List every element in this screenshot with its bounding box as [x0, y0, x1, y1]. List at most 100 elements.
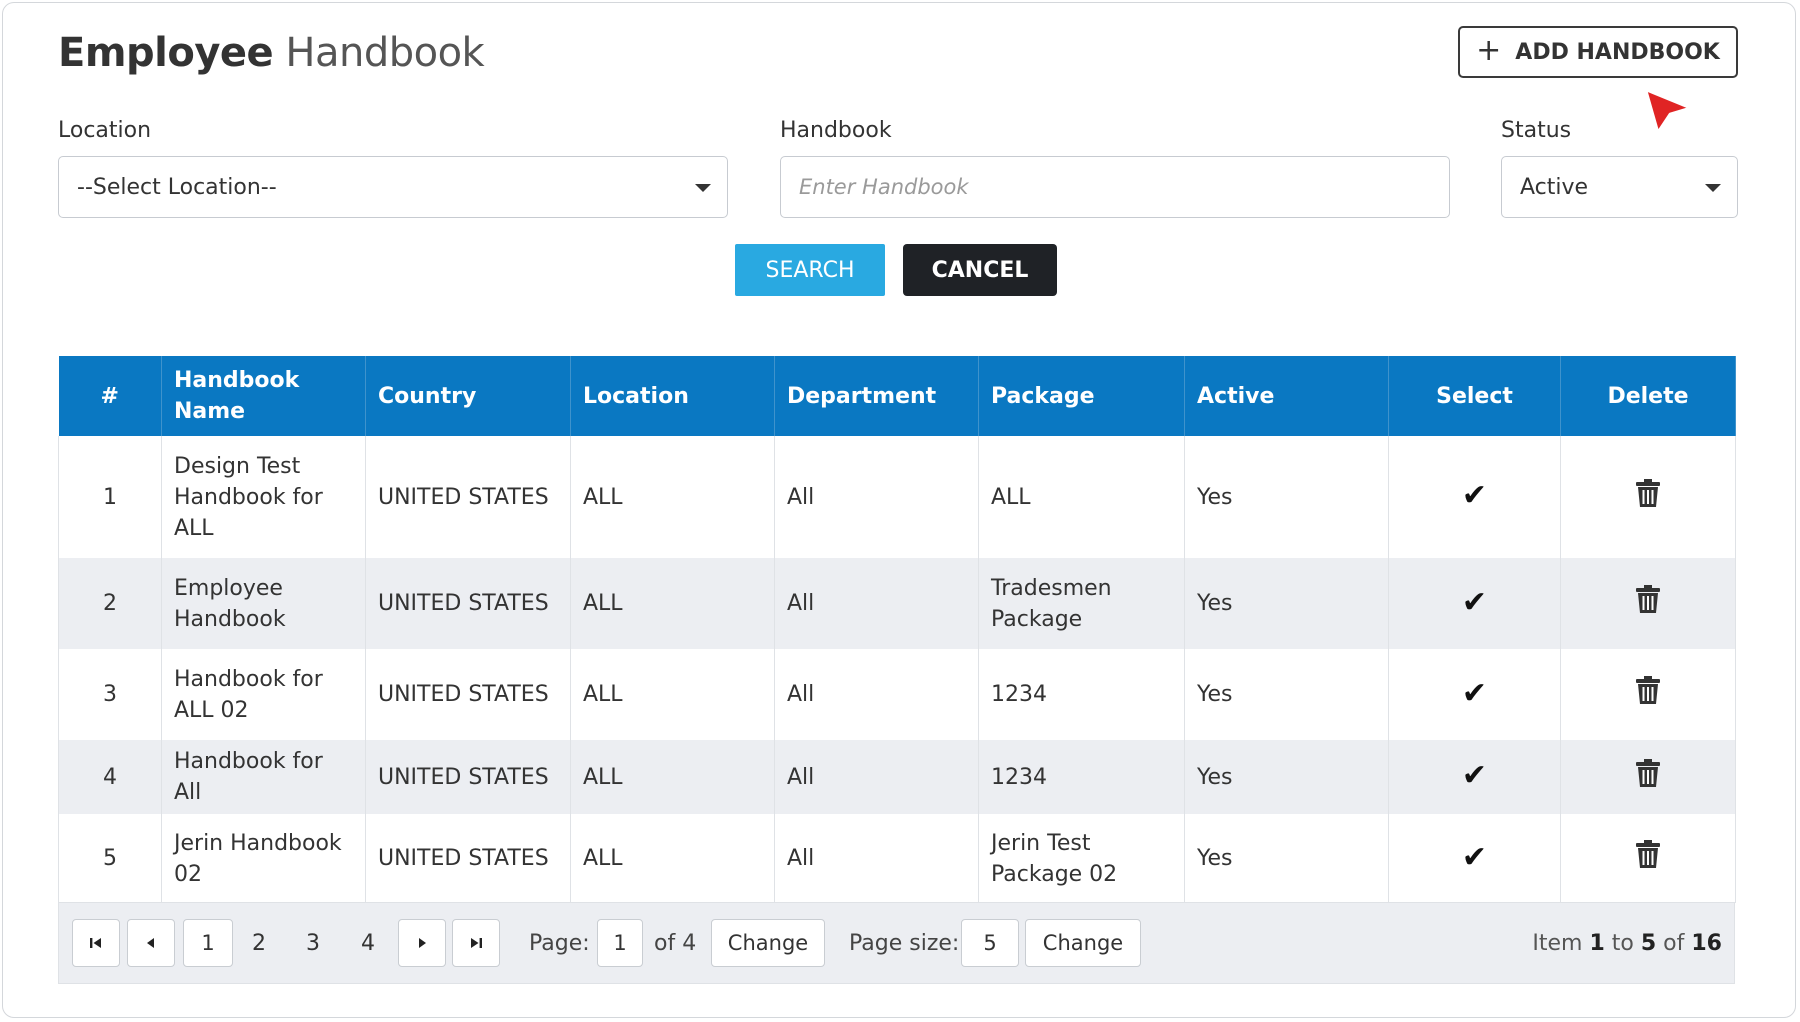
country-cell: UNITED STATES [366, 649, 571, 740]
column-header-handbook-name[interactable]: Handbook Name [162, 356, 366, 436]
previous-page-button[interactable] [127, 919, 175, 967]
select-cell: ✔ [1389, 558, 1561, 649]
column-header-package[interactable]: Package [979, 356, 1185, 436]
active-cell: Yes [1185, 436, 1389, 558]
page-4-button[interactable]: 4 [361, 931, 375, 956]
select-cell: ✔ [1389, 436, 1561, 558]
location-cell: ALL [571, 436, 775, 558]
plus-icon: + [1476, 36, 1501, 66]
column-header-active[interactable]: Active [1185, 356, 1389, 436]
last-page-button[interactable] [452, 919, 500, 967]
items-total: 16 [1691, 931, 1722, 956]
package-cell: 1234 [979, 649, 1185, 740]
items-to-word: to [1612, 931, 1634, 956]
trash-icon[interactable] [1635, 839, 1661, 869]
previous-page-icon [144, 936, 158, 950]
first-page-icon [89, 936, 103, 950]
page-2-button[interactable]: 2 [252, 931, 266, 956]
package-cell: 1234 [979, 740, 1185, 814]
change-page-size-button[interactable]: Change [1025, 919, 1141, 967]
chevron-down-icon [1705, 184, 1721, 192]
status-label: Status [1501, 118, 1571, 143]
active-cell: Yes [1185, 649, 1389, 740]
checkmark-icon[interactable]: ✔ [1462, 840, 1487, 875]
delete-cell [1561, 558, 1736, 649]
column-header-department[interactable]: Department [775, 356, 979, 436]
checkmark-icon[interactable]: ✔ [1462, 478, 1487, 513]
column-header-select: Select [1389, 356, 1561, 436]
department-cell: All [775, 740, 979, 814]
location-cell: ALL [571, 558, 775, 649]
next-page-button[interactable] [398, 919, 446, 967]
delete-cell [1561, 814, 1736, 903]
next-page-icon [415, 936, 429, 950]
department-cell: All [775, 436, 979, 558]
delete-cell [1561, 649, 1736, 740]
handbook-name-cell: Employee Handbook [162, 558, 366, 649]
pagination-bar: 1 2 3 4 Page: 1 of 4 Change Page size: 5… [58, 902, 1735, 984]
country-cell: UNITED STATES [366, 558, 571, 649]
page-title: Employee Handbook [58, 30, 484, 76]
location-label: Location [58, 118, 151, 143]
search-button[interactable]: SEARCH [735, 244, 885, 296]
location-select[interactable]: --Select Location-- [58, 156, 728, 218]
select-cell: ✔ [1389, 814, 1561, 903]
add-handbook-button[interactable]: + ADD HANDBOOK [1458, 26, 1738, 78]
row-number: 5 [59, 814, 162, 903]
trash-icon[interactable] [1635, 758, 1661, 788]
column-header-delete: Delete [1561, 356, 1736, 436]
page-title-bold: Employee [58, 30, 273, 76]
package-cell: ALL [979, 436, 1185, 558]
page-count-label: of 4 [654, 931, 696, 956]
location-cell: ALL [571, 740, 775, 814]
status-select-value: Active [1520, 175, 1588, 200]
table-row: 1 Design Test Handbook for ALL UNITED ST… [59, 436, 1736, 558]
status-select[interactable]: Active [1501, 156, 1738, 218]
chevron-down-icon [695, 184, 711, 192]
handbook-name-cell: Handbook for All [162, 740, 366, 814]
country-cell: UNITED STATES [366, 814, 571, 903]
handbook-input[interactable]: Enter Handbook [780, 156, 1450, 218]
country-cell: UNITED STATES [366, 740, 571, 814]
column-header-number[interactable]: # [59, 356, 162, 436]
column-header-location[interactable]: Location [571, 356, 775, 436]
row-number: 1 [59, 436, 162, 558]
mouse-cursor-icon [1640, 86, 1694, 136]
cancel-button[interactable]: CANCEL [903, 244, 1057, 296]
page-3-button[interactable]: 3 [306, 931, 320, 956]
location-select-value: --Select Location-- [77, 175, 277, 200]
location-cell: ALL [571, 814, 775, 903]
items-of-word: of [1663, 931, 1684, 956]
checkmark-icon[interactable]: ✔ [1462, 758, 1487, 793]
trash-icon[interactable] [1635, 478, 1661, 508]
row-number: 2 [59, 558, 162, 649]
handbook-label: Handbook [780, 118, 892, 143]
first-page-button[interactable] [72, 919, 120, 967]
item-range-summary: Item 1 to 5 of 16 [1532, 931, 1722, 956]
table-row: 3 Handbook for ALL 02 UNITED STATES ALL … [59, 649, 1736, 740]
items-to: 5 [1641, 931, 1656, 956]
row-number: 3 [59, 649, 162, 740]
last-page-icon [469, 936, 483, 950]
trash-icon[interactable] [1635, 584, 1661, 614]
page-1-button[interactable]: 1 [183, 919, 233, 967]
change-page-button[interactable]: Change [711, 919, 825, 967]
checkmark-icon[interactable]: ✔ [1462, 676, 1487, 711]
active-cell: Yes [1185, 740, 1389, 814]
handbook-input-placeholder: Enter Handbook [799, 175, 969, 199]
checkmark-icon[interactable]: ✔ [1462, 585, 1487, 620]
select-cell: ✔ [1389, 649, 1561, 740]
page-size-input[interactable]: 5 [961, 919, 1019, 967]
table-row: 4 Handbook for All UNITED STATES ALL All… [59, 740, 1736, 814]
delete-cell [1561, 740, 1736, 814]
active-cell: Yes [1185, 814, 1389, 903]
column-header-country[interactable]: Country [366, 356, 571, 436]
page-number-input[interactable]: 1 [597, 919, 643, 967]
department-cell: All [775, 814, 979, 903]
active-cell: Yes [1185, 558, 1389, 649]
department-cell: All [775, 649, 979, 740]
table-header-row: # Handbook Name Country Location Departm… [59, 356, 1736, 436]
trash-icon[interactable] [1635, 675, 1661, 705]
delete-cell [1561, 436, 1736, 558]
page-title-light: Handbook [285, 30, 484, 76]
